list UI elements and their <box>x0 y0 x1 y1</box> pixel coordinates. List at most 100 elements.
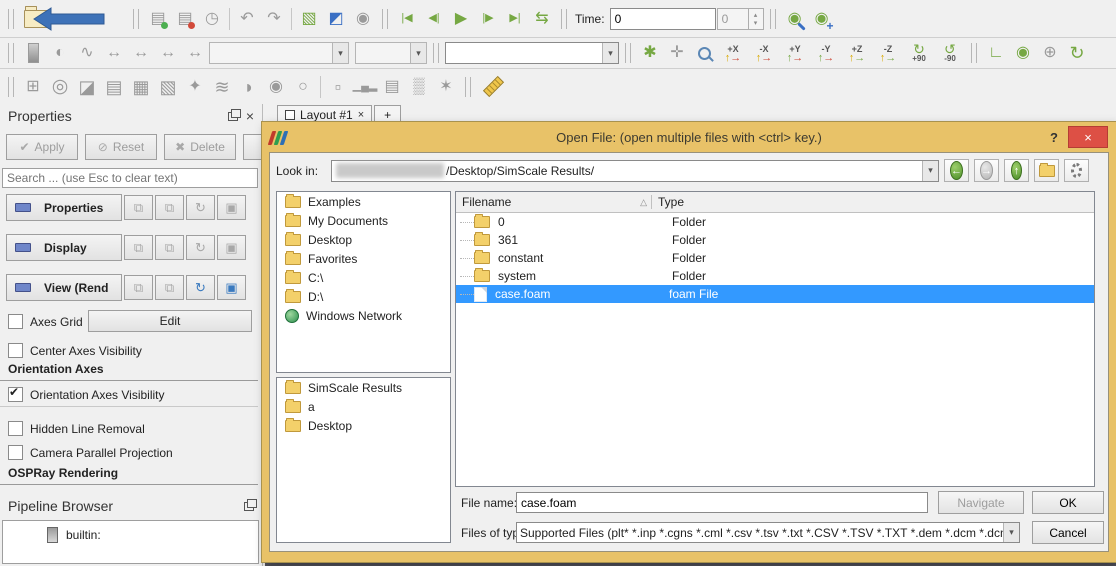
camera-adjust-button[interactable]: ◉ <box>782 6 808 32</box>
clip-filter-button[interactable]: ◪ <box>74 74 100 100</box>
pipeline-item-builtin[interactable]: builtin: <box>3 521 258 543</box>
search-input[interactable] <box>2 168 258 188</box>
create-folder-button[interactable] <box>1034 159 1059 182</box>
save-view-button[interactable]: ▣ <box>217 275 246 300</box>
calculator-filter-button[interactable]: ⊞ <box>20 74 46 100</box>
contour-filter-button[interactable]: ◎ <box>47 74 73 100</box>
place-favorites[interactable]: Favorites <box>277 249 450 268</box>
center-axes-checkbox[interactable]: Center Axes Visibility <box>8 343 142 358</box>
save-defaults-button[interactable]: ▣ <box>217 195 246 220</box>
component-combobox[interactable]: ▾ <box>355 42 427 64</box>
place-desktop[interactable]: Desktop <box>277 230 450 249</box>
section-view-button[interactable]: View (Rend <box>6 274 122 301</box>
color-map-button[interactable] <box>20 40 46 66</box>
play-button[interactable]: ▶ <box>448 6 474 32</box>
time-input[interactable] <box>610 8 716 30</box>
recent-simscale-results[interactable]: SimScale Results <box>277 378 450 397</box>
view-plus-z-button[interactable]: +Z ↑→ <box>842 40 872 66</box>
dropdown-icon[interactable]: ▾ <box>922 161 938 181</box>
toolbar-grip[interactable] <box>8 9 14 29</box>
apply-button[interactable]: ✔ Apply <box>6 134 78 160</box>
toolbar-grip[interactable] <box>133 9 139 29</box>
view-minus-y-button[interactable]: -Y ↑→ <box>811 40 841 66</box>
recent-desktop[interactable]: Desktop <box>277 416 450 435</box>
view-minus-z-button[interactable]: -Z ↑→ <box>873 40 903 66</box>
place-my-documents[interactable]: My Documents <box>277 211 450 230</box>
forward-button[interactable]: → <box>974 159 999 182</box>
show-orientation-axes-button[interactable]: ∟ <box>983 40 1009 66</box>
column-filename[interactable]: Filename △ <box>456 195 652 209</box>
place-c-drive[interactable]: C:\ <box>277 268 450 287</box>
view-plus-y-button[interactable]: +Y ↑→ <box>780 40 810 66</box>
color-palette-button[interactable]: ◉ <box>350 6 376 32</box>
extract-subset-button[interactable]: ▧ <box>155 74 181 100</box>
glyph-filter-button[interactable]: ✦ <box>182 74 208 100</box>
warp-filter-button[interactable]: ◗ <box>236 74 262 100</box>
file-row-constant[interactable]: constant Folder <box>456 249 1094 267</box>
paste-display-button[interactable]: ⧉ <box>155 235 184 260</box>
camera-parallel-projection-checkbox[interactable]: Camera Parallel Projection <box>8 445 173 460</box>
slice-filter-button[interactable]: ▤ <box>101 74 127 100</box>
dialog-close-button[interactable]: × <box>1068 126 1108 148</box>
reset-display-button[interactable]: ↻ <box>186 235 215 260</box>
save-display-button[interactable]: ▣ <box>217 235 246 260</box>
toolbar-grip[interactable] <box>561 9 567 29</box>
paste-view-button[interactable]: ⧉ <box>155 275 184 300</box>
threshold-filter-button[interactable]: ▦ <box>128 74 154 100</box>
pick-center-button[interactable]: ⊕ <box>1037 40 1063 66</box>
group-datasets-button[interactable]: ◉ <box>263 74 289 100</box>
last-frame-button[interactable]: ▶| <box>502 6 528 32</box>
column-type[interactable]: Type <box>652 195 684 209</box>
delete-button[interactable]: ✖ Delete <box>164 134 236 160</box>
quartile-chart-button[interactable]: ▤ <box>379 74 405 100</box>
toolbar-grip[interactable] <box>625 43 631 63</box>
toolbar-grip[interactable] <box>382 9 388 29</box>
section-display-button[interactable]: Display <box>6 234 122 261</box>
reset-range-button[interactable]: ∿ <box>74 40 100 66</box>
checkbox-icon[interactable] <box>8 421 23 436</box>
rescale-visible-button[interactable]: ↔ <box>182 40 208 66</box>
dialog-help-button[interactable]: ? <box>1040 130 1068 145</box>
reset-button[interactable]: ⊘ Reset <box>85 134 157 160</box>
3d-widget-button[interactable]: ✶ <box>433 74 459 100</box>
navigate-button[interactable]: Navigate <box>938 491 1024 514</box>
reset-defaults-button[interactable]: ↻ <box>186 195 215 220</box>
plot-matrix-button[interactable]: ▒ <box>406 74 432 100</box>
up-directory-button[interactable]: ↑ <box>1004 159 1029 182</box>
axes-grid-checkbox[interactable]: Axes Grid <box>8 314 83 329</box>
checkbox-icon[interactable] <box>8 445 23 460</box>
select-block-button[interactable]: ◩ <box>323 6 349 32</box>
copy-view-button[interactable]: ⧉ <box>124 275 153 300</box>
file-row-0[interactable]: 0 Folder <box>456 213 1094 231</box>
close-panel-icon[interactable]: × <box>246 108 254 124</box>
toolbar-grip[interactable] <box>971 43 977 63</box>
file-name-input[interactable] <box>516 492 928 513</box>
toolbar-grip[interactable] <box>8 77 14 97</box>
disconnect-server-button[interactable]: ▤ <box>172 6 198 32</box>
camera-link-add-button[interactable]: ◉ + <box>809 6 835 32</box>
zoom-to-data-button[interactable]: ✛ <box>664 40 690 66</box>
files-of-type-combobox[interactable]: Supported Files (plt* *.inp *.cgns *.cml… <box>516 522 1020 543</box>
recent-a[interactable]: a <box>277 397 450 416</box>
spin-down-icon[interactable]: ▾ <box>754 19 758 27</box>
close-tab-icon[interactable]: × <box>358 109 364 121</box>
dropdown-icon[interactable]: ▾ <box>410 43 426 63</box>
edit-axes-grid-button[interactable]: Edit <box>88 310 252 332</box>
undo-button[interactable]: ↶ <box>234 6 260 32</box>
look-in-combobox[interactable]: /Desktop/SimScale Results/ ▾ <box>331 160 939 182</box>
paste-properties-button[interactable]: ⧉ <box>155 195 184 220</box>
place-examples[interactable]: Examples <box>277 192 450 211</box>
dialog-titlebar[interactable]: Open File: (open multiple files with <ct… <box>262 122 1116 152</box>
reset-view-button[interactable]: ↻ <box>186 275 215 300</box>
next-frame-button[interactable]: |▶ <box>475 6 501 32</box>
file-row-361[interactable]: 361 Folder <box>456 231 1094 249</box>
rescale-custom-range-button[interactable]: ↔ <box>128 40 154 66</box>
reset-center-button[interactable]: ↻ <box>1064 40 1090 66</box>
zoom-to-box-button[interactable] <box>691 40 717 66</box>
copy-display-button[interactable]: ⧉ <box>124 235 153 260</box>
section-properties-button[interactable]: Properties <box>6 194 122 221</box>
file-row-system[interactable]: system Folder <box>456 267 1094 285</box>
connect-server-button[interactable]: ▤ <box>145 6 171 32</box>
hidden-line-removal-checkbox[interactable]: Hidden Line Removal <box>8 421 145 436</box>
spreadsheet-view-button[interactable]: ▫ <box>325 74 351 100</box>
